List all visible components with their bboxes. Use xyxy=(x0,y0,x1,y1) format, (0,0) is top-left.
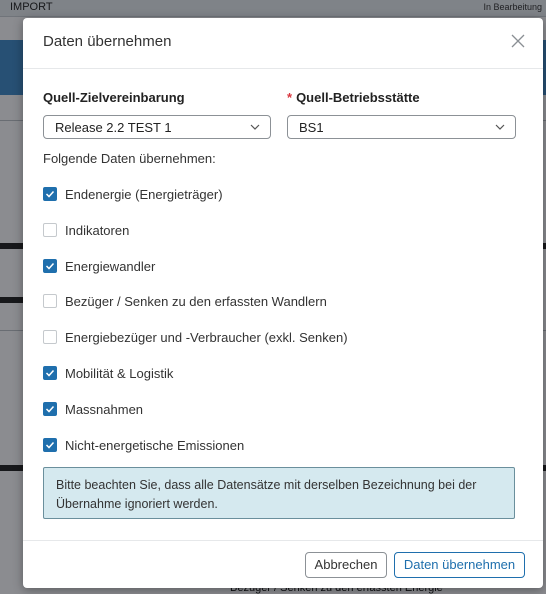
data-option-checkbox[interactable]: Energiebezüger und -Verbraucher (exkl. S… xyxy=(43,329,503,347)
checkbox-unchecked-icon[interactable] xyxy=(43,330,57,345)
data-selection-label: Folgende Daten übernehmen: xyxy=(43,151,216,166)
data-option-checkbox[interactable]: Bezüger / Senken zu den erfassten Wandle… xyxy=(43,293,503,311)
dialog-footer-divider xyxy=(23,540,543,541)
data-option-label: Nicht-energetische Emissionen xyxy=(65,437,245,453)
checkbox-unchecked-icon[interactable] xyxy=(43,294,57,309)
data-option-checkbox[interactable]: Energiewandler xyxy=(43,258,503,276)
chevron-down-icon xyxy=(495,124,505,130)
checkbox-unchecked-icon[interactable] xyxy=(43,222,57,237)
data-option-label: Indikatoren xyxy=(65,222,130,238)
data-option-checkbox[interactable]: Massnahmen xyxy=(43,401,503,419)
data-option-checkbox[interactable]: Nicht-energetische Emissionen xyxy=(43,437,503,455)
checkbox-checked-icon[interactable] xyxy=(43,437,57,452)
checkbox-checked-icon[interactable] xyxy=(43,187,57,201)
data-option-label: Endenergie (Energieträger) xyxy=(65,187,223,202)
data-option-checkbox[interactable]: Mobilität & Logistik xyxy=(43,365,503,383)
source-agreement-value: Release 2.2 TEST 1 xyxy=(55,120,172,135)
source-agreement-select[interactable]: Release 2.2 TEST 1 xyxy=(43,115,271,139)
import-data-dialog: Daten übernehmen Quell-Zielvereinbarung … xyxy=(23,18,543,588)
data-option-label: Mobilität & Logistik xyxy=(65,366,174,381)
checkbox-checked-icon[interactable] xyxy=(43,366,57,380)
dialog-header: Daten übernehmen xyxy=(23,18,543,69)
data-option-label: Massnahmen xyxy=(65,401,144,417)
checkbox-checked-icon[interactable] xyxy=(43,401,57,416)
chevron-down-icon xyxy=(250,124,260,130)
source-site-label: * Quell-Betriebsstätte xyxy=(287,90,420,105)
confirm-import-button[interactable]: Daten übernehmen xyxy=(394,552,525,578)
required-marker: * xyxy=(287,90,293,105)
close-button[interactable] xyxy=(508,31,528,51)
duplicate-notice: Bitte beachten Sie, dass alle Datensätze… xyxy=(43,467,515,519)
checkbox-checked-icon[interactable] xyxy=(43,258,57,273)
data-option-label: Energiewandler xyxy=(65,258,156,274)
close-icon xyxy=(511,34,525,48)
source-site-value: BS1 xyxy=(299,120,324,135)
cancel-button[interactable]: Abbrechen xyxy=(305,552,387,578)
data-option-checkbox[interactable]: Indikatoren xyxy=(43,222,503,240)
dialog-title: Daten übernehmen xyxy=(43,33,172,50)
source-site-select[interactable]: BS1 xyxy=(287,115,516,139)
source-agreement-label: Quell-Zielvereinbarung xyxy=(43,90,185,105)
source-site-label-text: Quell-Betriebsstätte xyxy=(296,90,420,105)
data-option-checkbox[interactable]: Endenergie (Energieträger) xyxy=(43,186,503,204)
data-option-label: Energiebezüger und -Verbraucher (exkl. S… xyxy=(65,330,348,346)
data-option-label: Bezüger / Senken zu den erfassten Wandle… xyxy=(65,294,327,310)
